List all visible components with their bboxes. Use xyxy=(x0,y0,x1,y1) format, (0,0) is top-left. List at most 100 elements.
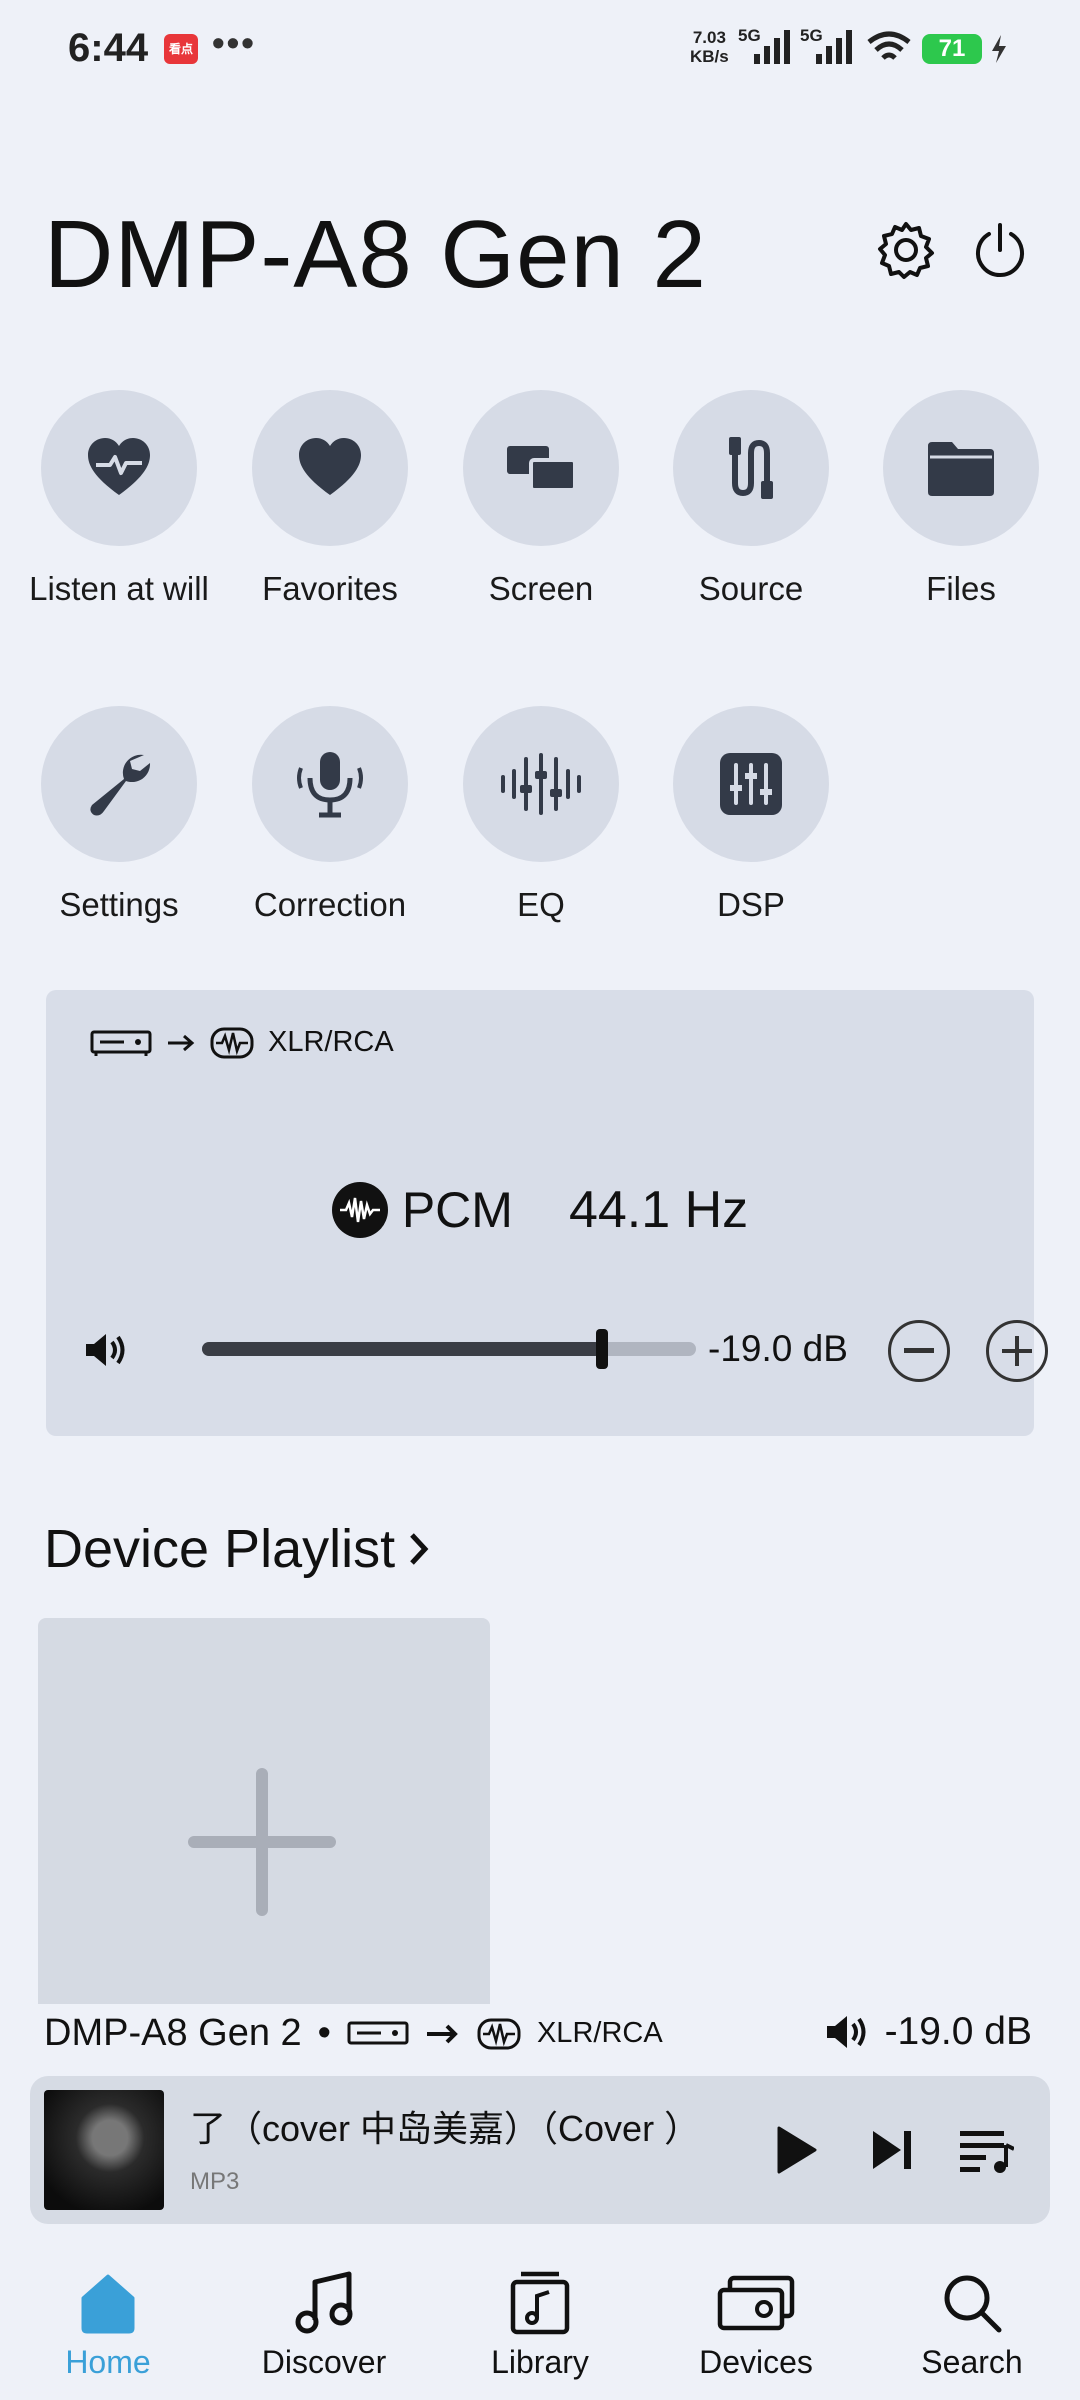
charging-icon xyxy=(992,35,1006,63)
nav-label: Search xyxy=(921,2344,1023,2380)
minus-icon xyxy=(904,1348,934,1353)
shortcut-correction[interactable]: Correction xyxy=(225,706,435,926)
device-box-icon xyxy=(90,1030,152,1056)
wrench-icon xyxy=(90,754,151,816)
volume-down-button[interactable] xyxy=(888,1320,950,1382)
dsp-icon xyxy=(720,753,782,815)
format-info: PCM 44.1 Hz xyxy=(46,1180,1034,1240)
battery-indicator: 71 xyxy=(922,34,982,64)
shortcut-dsp[interactable]: DSP xyxy=(646,706,856,926)
shortcut-settings[interactable]: Settings xyxy=(14,706,224,926)
nav-discover[interactable]: Discover xyxy=(216,2244,432,2400)
status-time: 6:44 xyxy=(68,26,149,70)
volume-db: -19.0 dB xyxy=(708,1328,848,1369)
cable-icon xyxy=(729,437,773,499)
now-playing-device[interactable]: DMP-A8 Gen 2 • XLR/RCA xyxy=(44,2012,663,2055)
volume-up-button[interactable] xyxy=(986,1320,1048,1382)
shortcut-files[interactable]: Files xyxy=(856,390,1066,610)
devices-icon xyxy=(717,2275,795,2331)
nav-label: Library xyxy=(491,2344,589,2380)
nav-label: Discover xyxy=(261,2344,387,2380)
nav-home[interactable]: Home xyxy=(0,2244,216,2400)
nav-search[interactable]: Search xyxy=(864,2244,1080,2400)
signal-route: XLR/RCA xyxy=(90,1026,394,1059)
shortcut-eq[interactable]: EQ xyxy=(436,706,646,926)
settings-gear-icon[interactable] xyxy=(876,220,936,280)
np-separator: • xyxy=(317,2012,331,2054)
heart-pulse-icon xyxy=(88,438,150,495)
microphone-icon xyxy=(297,752,363,818)
play-icon xyxy=(777,2126,817,2174)
song-title: 了（cover 中岛美嘉）（Cover ） xyxy=(190,2108,701,2149)
shortcut-label: Files xyxy=(926,570,996,607)
output-wave-icon xyxy=(477,2018,521,2049)
shortcut-label: EQ xyxy=(517,886,565,923)
status-bar: 6:44 看点 ••• 7.03 KB/s 5G 5G 71 xyxy=(0,0,1080,100)
song-format: MP3 xyxy=(190,2168,240,2195)
playback-status-card: XLR/RCA PCM 44.1 Hz -19.0 dB xyxy=(46,990,1048,1436)
volume-slider-knob[interactable] xyxy=(596,1329,608,1369)
shortcut-source[interactable]: Source xyxy=(646,390,856,610)
arrow-right-icon xyxy=(426,2024,458,2043)
library-icon xyxy=(510,2271,570,2335)
shortcut-label: Favorites xyxy=(262,570,398,607)
shortcut-favorites[interactable]: Favorites xyxy=(225,390,435,610)
chevron-right-icon xyxy=(410,1533,429,1565)
sample-rate: 44.1 Hz xyxy=(568,1181,749,1239)
volume-slider-fill xyxy=(202,1342,602,1356)
next-button[interactable] xyxy=(854,2112,930,2188)
volume-control: -19.0 dB xyxy=(82,1320,1048,1382)
music-note-icon xyxy=(295,2271,353,2334)
np-output: XLR/RCA xyxy=(536,2017,663,2049)
shortcut-label: Settings xyxy=(59,886,179,923)
nav-devices[interactable]: Devices xyxy=(648,2244,864,2400)
speaker-icon[interactable] xyxy=(82,1330,130,1370)
format-label: PCM xyxy=(401,1182,513,1238)
shortcut-label: Screen xyxy=(488,570,594,607)
arrow-right-icon xyxy=(168,1034,195,1051)
shortcut-listen-at-will[interactable]: Listen at will xyxy=(14,390,224,610)
volume-slider[interactable] xyxy=(202,1329,696,1369)
play-button[interactable] xyxy=(758,2112,834,2188)
mini-player[interactable]: 了（cover 中岛美嘉）（Cover ） MP3 xyxy=(30,2076,1050,2224)
now-playing-volume[interactable]: -19.0 dB xyxy=(823,2010,1032,2054)
np-volume-db: -19.0 dB xyxy=(884,2010,1032,2053)
add-playlist-card[interactable] xyxy=(38,1618,490,2018)
device-playlist-header[interactable]: Device Playlist xyxy=(44,1518,431,1580)
pcm-wave-icon xyxy=(331,1182,388,1238)
home-icon xyxy=(81,2274,135,2334)
folder-icon xyxy=(928,442,994,496)
shortcut-label: Source xyxy=(698,570,804,607)
shortcut-label: Correction xyxy=(253,886,407,923)
nav-label: Home xyxy=(65,2344,151,2380)
signal-icon-2 xyxy=(816,30,852,64)
shortcut-screen[interactable]: Screen xyxy=(436,390,646,610)
screens-icon xyxy=(507,446,577,492)
network-speed: 7.03 KB/s xyxy=(690,28,729,66)
output-wave-icon xyxy=(210,1027,254,1058)
signal-icon xyxy=(754,30,790,64)
album-cover xyxy=(44,2090,164,2210)
add-plus-icon xyxy=(188,1768,336,1916)
speaker-icon xyxy=(826,2016,866,2048)
playlist-title: Device Playlist xyxy=(44,1519,396,1579)
device-title: DMP-A8 Gen 2 xyxy=(44,201,707,308)
skip-next-icon xyxy=(873,2131,911,2169)
device-box-icon xyxy=(347,2021,409,2044)
np-device-name: DMP-A8 Gen 2 xyxy=(44,2012,302,2054)
queue-button[interactable] xyxy=(948,2112,1024,2188)
app-notification-icon: 看点 xyxy=(164,34,198,64)
power-icon[interactable] xyxy=(970,220,1030,280)
queue-icon xyxy=(960,2131,1014,2173)
nav-label: Devices xyxy=(699,2344,813,2380)
output-label: XLR/RCA xyxy=(268,1026,394,1058)
more-notifications-icon: ••• xyxy=(212,22,256,63)
search-icon xyxy=(944,2275,1002,2333)
bottom-navigation: Home Discover Library Devices Search xyxy=(0,2244,1080,2400)
heart-icon xyxy=(299,438,361,495)
nav-library[interactable]: Library xyxy=(432,2244,648,2400)
shortcut-label: DSP xyxy=(717,886,785,923)
plus-icon xyxy=(1002,1336,1032,1366)
shortcut-label: Listen at will xyxy=(29,570,209,607)
eq-sliders-icon xyxy=(501,753,581,815)
